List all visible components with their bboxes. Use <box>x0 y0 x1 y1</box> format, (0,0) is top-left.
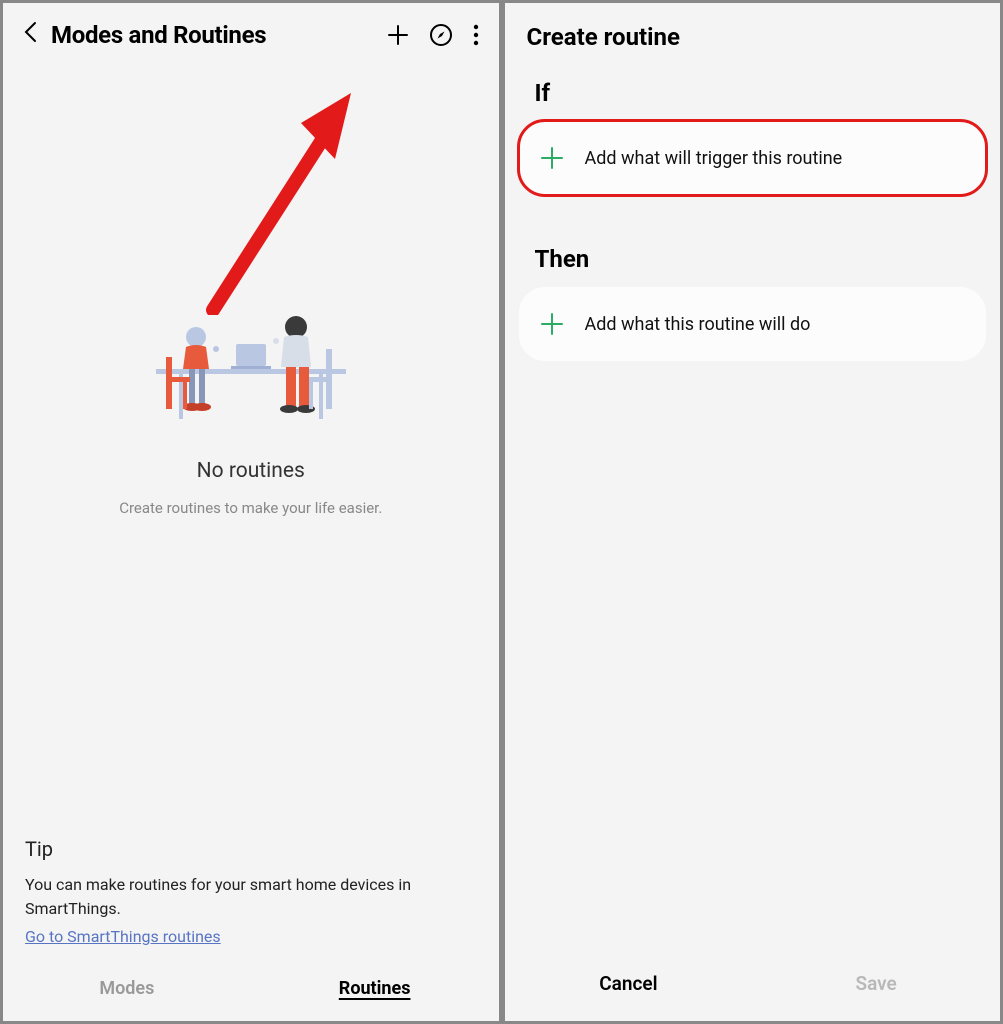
add-action-card[interactable]: Add what this routine will do <box>519 287 987 361</box>
tip-text: You can make routines for your smart hom… <box>25 873 477 921</box>
tab-routines[interactable]: Routines <box>251 978 499 999</box>
screen-modes-routines: Modes and Routines <box>0 0 502 1024</box>
tab-modes[interactable]: Modes <box>3 978 251 999</box>
empty-subtitle: Create routines to make your life easier… <box>119 499 382 517</box>
plus-icon <box>541 313 563 335</box>
screen-create-routine: Create routine If Add what will trigger … <box>502 0 1003 1024</box>
tip-block: Tip You can make routines for your smart… <box>3 837 499 956</box>
add-trigger-card[interactable]: Add what will trigger this routine <box>519 121 987 195</box>
empty-title: No routines <box>197 459 305 483</box>
save-button[interactable]: Save <box>752 972 1000 995</box>
then-label: Then <box>505 245 1001 287</box>
illustration <box>141 299 361 429</box>
bottom-tabs: Modes Routines <box>3 956 499 1021</box>
if-label: If <box>505 79 1001 121</box>
create-body: If Add what will trigger this routine Th… <box>505 79 1001 950</box>
cancel-button[interactable]: Cancel <box>505 972 753 995</box>
tip-title: Tip <box>25 837 477 861</box>
empty-state: No routines Create routines to make your… <box>3 0 499 837</box>
bottom-actions: Cancel Save <box>505 950 1001 1021</box>
add-trigger-label: Add what will trigger this routine <box>585 148 843 169</box>
add-action-label: Add what this routine will do <box>585 314 811 335</box>
plus-icon <box>541 147 563 169</box>
tip-link[interactable]: Go to SmartThings routines <box>25 927 221 946</box>
create-title: Create routine <box>505 3 1001 79</box>
